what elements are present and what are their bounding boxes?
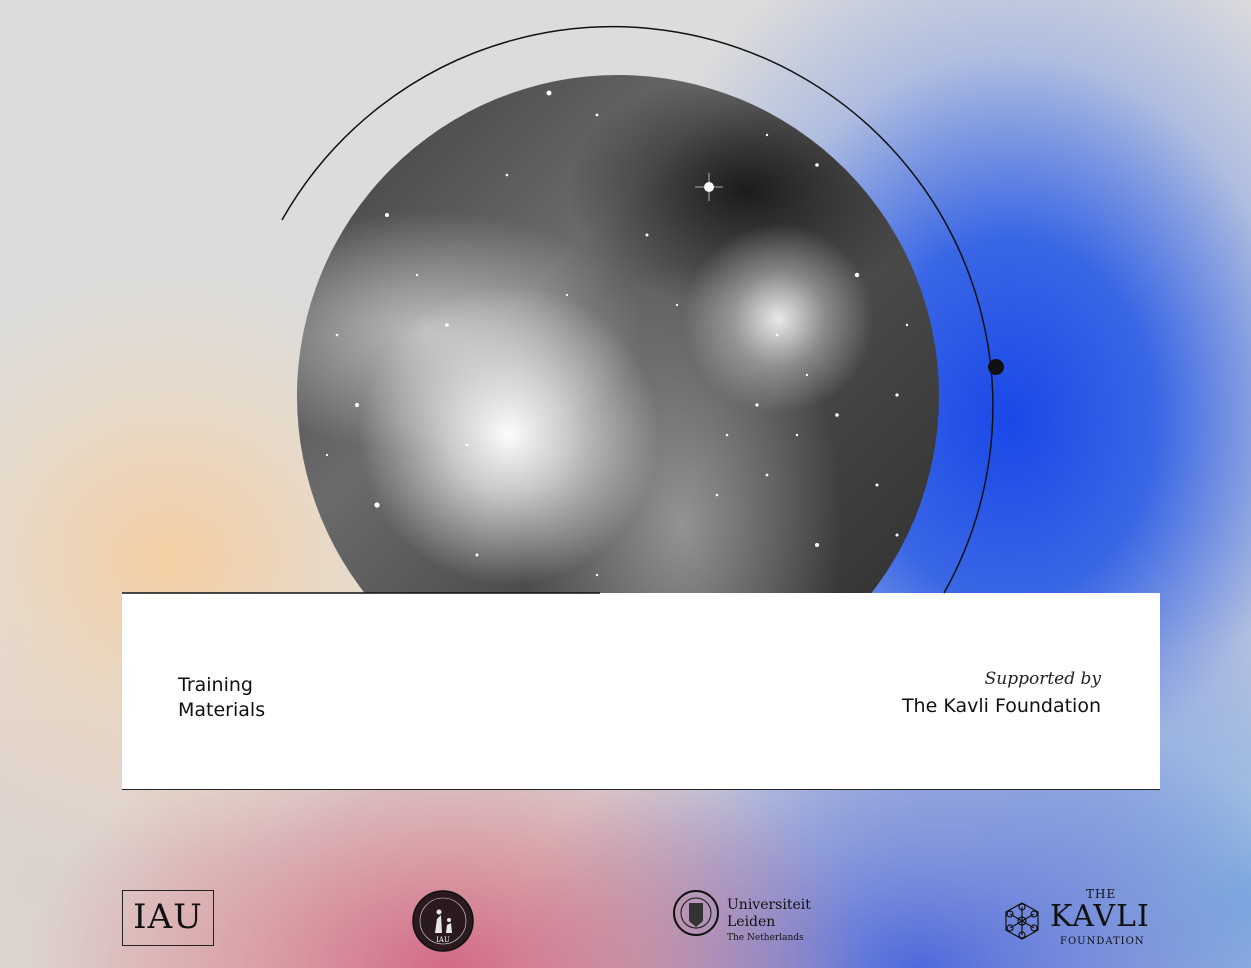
kavli-foundation-label: The Kavli Foundation — [901, 695, 1101, 717]
orbit-marker-dot — [988, 359, 1004, 375]
materials-line: Materials — [178, 699, 266, 721]
orbit-decoration — [122, 25, 1004, 594]
leiden-university-logo: Universiteit Leiden The Netherlands — [672, 889, 812, 953]
training-materials-label: Training Materials — [178, 673, 265, 723]
leiden-line2: Leiden — [727, 914, 776, 930]
kavli-logo: THE KAVLI FOUNDATION — [1002, 887, 1162, 955]
supported-by-label: Supported by — [984, 669, 1101, 689]
kavli-geometric-icon — [1005, 902, 1039, 940]
training-line: Training — [178, 674, 253, 696]
oad-badge-text: IAU — [436, 936, 450, 944]
iau-logo: IAU — [122, 890, 214, 946]
kavli-name: KAVLI — [1050, 899, 1150, 934]
kavli-foundation-text: FOUNDATION — [1060, 936, 1145, 947]
leiden-seal-icon — [673, 890, 719, 936]
logo-bar: IAU IAU Universiteit Leiden The Netherla… — [0, 880, 1251, 960]
supporter-block: Supported by The Kavli Foundation — [902, 669, 1101, 717]
leiden-line1: Universiteit — [727, 897, 811, 913]
leiden-line3: The Netherlands — [727, 933, 804, 943]
oad-logo: IAU — [411, 889, 475, 953]
